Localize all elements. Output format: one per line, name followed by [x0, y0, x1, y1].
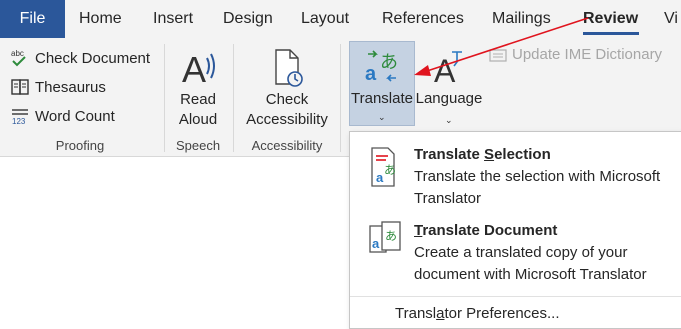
annotation-arrow	[414, 17, 589, 76]
